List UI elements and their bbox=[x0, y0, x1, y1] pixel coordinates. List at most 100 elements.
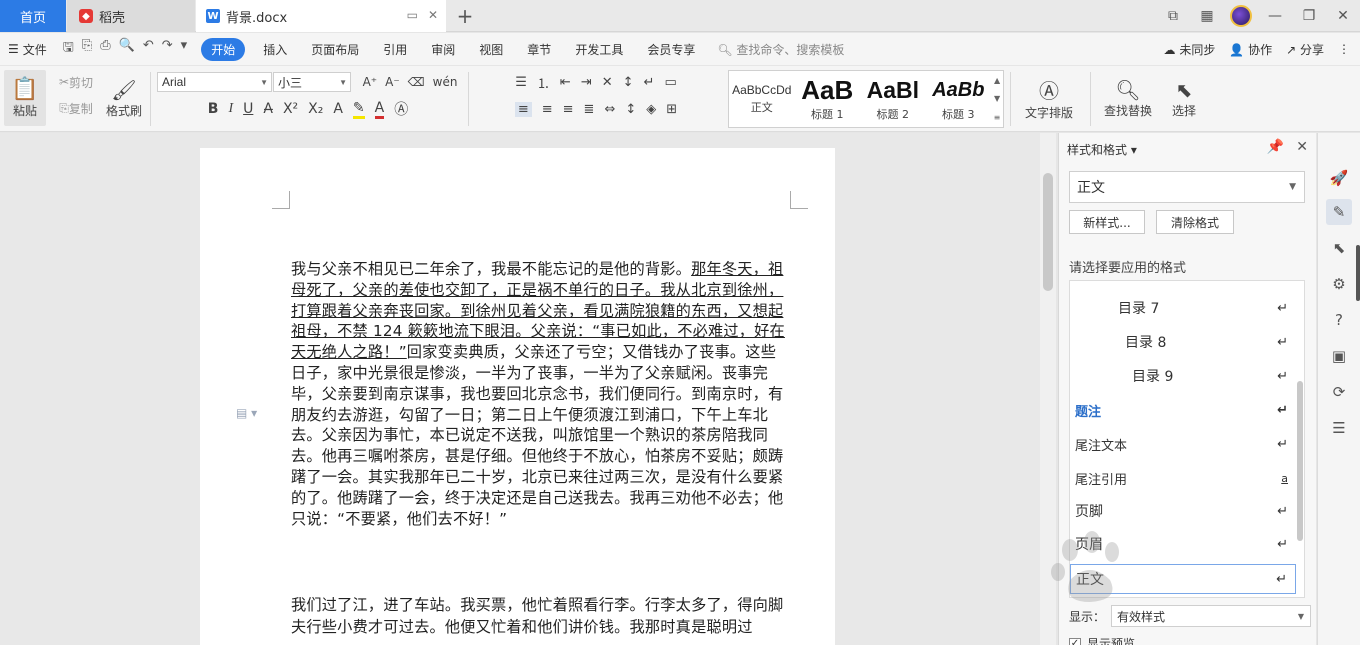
save-icon[interactable]: 🖫 bbox=[63, 38, 74, 60]
print-icon[interactable]: ⎙ bbox=[100, 38, 110, 60]
show-preview-option[interactable]: ✓ 显示预览 bbox=[1069, 635, 1135, 645]
show-marks-icon[interactable]: ↵ bbox=[644, 75, 655, 90]
menu-tab-member[interactable]: 会员专享 bbox=[635, 41, 707, 58]
rail-scrollbar[interactable] bbox=[1356, 245, 1360, 301]
show-filter-select[interactable]: 有效样式 ▼ bbox=[1111, 605, 1312, 627]
rocket-icon[interactable]: 🚀 bbox=[1326, 165, 1352, 191]
current-style-select[interactable]: 正文 ▼ bbox=[1069, 171, 1305, 203]
command-search[interactable]: 🔍︎ 查找命令、搜索模板 bbox=[707, 41, 856, 58]
menu-tab-developer[interactable]: 开发工具 bbox=[563, 41, 635, 58]
style-list-item[interactable]: 尾注文本 ↵ bbox=[1070, 429, 1296, 459]
new-style-button[interactable]: 新样式... bbox=[1069, 210, 1145, 234]
subscript-icon[interactable]: X₂ bbox=[308, 101, 323, 117]
superscript-icon[interactable]: X² bbox=[283, 101, 298, 117]
align-left-icon[interactable]: ≡ bbox=[514, 101, 532, 117]
style-heading3[interactable]: AaBb 标题 3 bbox=[926, 71, 992, 127]
style-brush-icon[interactable]: ✎ bbox=[1326, 199, 1352, 225]
shading-icon[interactable]: ◈ bbox=[646, 102, 656, 117]
file-menu[interactable]: ☰ 文件 bbox=[0, 41, 55, 58]
select-button[interactable]: ⬉ 选择 bbox=[1164, 70, 1204, 126]
style-list-item[interactable]: 尾注引用 a bbox=[1070, 463, 1296, 493]
align-center-icon[interactable]: ≡ bbox=[542, 102, 553, 117]
style-list-item[interactable]: 目录 8 ↵ bbox=[1070, 327, 1296, 357]
sync-status[interactable]: ☁ 未同步 bbox=[1163, 41, 1215, 58]
grow-font-icon[interactable]: A⁺ bbox=[363, 75, 378, 89]
font-size-select[interactable]: 小三 ▼ bbox=[273, 72, 351, 92]
menu-tab-view[interactable]: 视图 bbox=[467, 41, 515, 58]
justify-icon[interactable]: ≣ bbox=[584, 102, 595, 117]
help-icon[interactable]: ? bbox=[1326, 307, 1352, 333]
document-paragraph-2[interactable]: 我们过了江，进了车站。我买票，他忙着照看行李。行李太多了，得向脚夫行些小费才可过… bbox=[291, 594, 791, 638]
tab-document[interactable]: W 背景.docx ▭ ✕ bbox=[196, 0, 446, 32]
customize-dropdown-icon[interactable]: ▾ bbox=[181, 38, 188, 60]
style-heading2[interactable]: AaBl 标题 2 bbox=[860, 71, 926, 127]
redo-icon[interactable]: ↷ bbox=[162, 38, 173, 60]
undo-icon[interactable]: ↶ bbox=[143, 38, 154, 60]
style-list-item-selected[interactable]: 正文 ↵ bbox=[1070, 564, 1296, 594]
new-tab-button[interactable]: + bbox=[452, 0, 478, 32]
highlight-icon[interactable]: ✎ bbox=[352, 100, 365, 119]
style-list-scrollbar[interactable] bbox=[1297, 381, 1303, 541]
document-scrollbar[interactable] bbox=[1040, 133, 1056, 645]
tab-daoke[interactable]: ◆ 稻壳 bbox=[67, 0, 195, 32]
gallery-expand-icon[interactable]: ≡ bbox=[994, 113, 1001, 122]
close-window-icon[interactable]: ✕ bbox=[1326, 0, 1360, 32]
italic-icon[interactable]: I bbox=[228, 101, 233, 117]
paragraph-handle-icon[interactable]: ▤ ▾ bbox=[236, 406, 257, 420]
align-right-icon[interactable]: ≡ bbox=[563, 102, 574, 117]
menu-tab-review[interactable]: 审阅 bbox=[419, 41, 467, 58]
paste-button[interactable]: 📋 粘贴 bbox=[4, 70, 46, 126]
chevron-down-icon[interactable]: ▼ bbox=[994, 94, 1000, 103]
borders-icon[interactable]: ⊞ bbox=[666, 102, 677, 117]
font-name-select[interactable]: Arial ▼ bbox=[157, 72, 272, 92]
more-icon[interactable]: ⋮ bbox=[1338, 42, 1350, 56]
font-color-icon[interactable]: A bbox=[374, 100, 385, 119]
find-replace-button[interactable]: 🔍︎ 查找替换 bbox=[1096, 70, 1160, 126]
export-pdf-icon[interactable]: ⎘ bbox=[82, 38, 92, 60]
close-tab-icon[interactable]: ✕ bbox=[428, 8, 438, 22]
numbered-list-icon[interactable]: ⒈ bbox=[537, 73, 550, 92]
scrollbar-thumb[interactable] bbox=[1043, 173, 1053, 291]
line-spacing-icon[interactable]: ↕ bbox=[625, 102, 636, 117]
gallery-scroll[interactable]: ▲ ▼ ≡ bbox=[991, 71, 1003, 127]
avatar[interactable] bbox=[1224, 0, 1258, 32]
format-painter-button[interactable]: 🖌 格式刷 bbox=[104, 70, 144, 126]
tab-home[interactable]: 首页 bbox=[0, 0, 66, 32]
sort-icon[interactable]: ↕ bbox=[623, 75, 634, 90]
style-list-item[interactable]: 页眉 ↵ bbox=[1070, 529, 1296, 559]
increase-indent-icon[interactable]: ⇥ bbox=[581, 75, 592, 90]
cut-button[interactable]: ✂ 剪切 bbox=[52, 72, 100, 92]
apps-grid-icon[interactable]: ▦ bbox=[1190, 0, 1224, 32]
clear-format-button[interactable]: 清除格式 bbox=[1156, 210, 1234, 234]
style-list-item[interactable]: 目录 9 ↵ bbox=[1070, 361, 1296, 391]
distribute-icon[interactable]: ⇔ bbox=[604, 102, 615, 117]
collaborate-button[interactable]: 👤 协作 bbox=[1229, 41, 1272, 58]
image-tools-icon[interactable]: ▣ bbox=[1326, 343, 1352, 369]
strikethrough-icon[interactable]: A̶ bbox=[263, 101, 273, 117]
chevron-up-icon[interactable]: ▲ bbox=[994, 76, 1000, 85]
restore-icon[interactable]: ❐ bbox=[1292, 0, 1326, 32]
share-button[interactable]: ↗ 分享 bbox=[1286, 41, 1324, 58]
underline-icon[interactable]: U bbox=[243, 101, 253, 117]
minimize-icon[interactable]: — bbox=[1258, 0, 1292, 32]
close-panel-icon[interactable]: ✕ bbox=[1296, 139, 1308, 155]
pin-icon[interactable]: 📌 bbox=[1267, 139, 1284, 155]
backup-icon[interactable]: ⟳ bbox=[1326, 379, 1352, 405]
char-border-icon[interactable]: Ⓐ bbox=[394, 99, 408, 119]
ruler-icon[interactable]: ▭ bbox=[664, 75, 676, 90]
style-list-item[interactable]: 题注 ↵ bbox=[1070, 395, 1296, 425]
document-paragraph-1[interactable]: 我与父亲不相见已二年余了，我最不能忘记的是他的背影。那年冬天，祖母死了，父亲的差… bbox=[291, 259, 791, 529]
text-tools-icon[interactable]: ☰ bbox=[1326, 415, 1352, 441]
menu-tab-section[interactable]: 章节 bbox=[515, 41, 563, 58]
copy-button[interactable]: ⎘ 复制 bbox=[52, 98, 100, 118]
chinese-layout-icon[interactable]: ✕ bbox=[602, 75, 613, 90]
float-window-icon[interactable]: ▭ bbox=[407, 8, 418, 22]
style-list-item[interactable]: 页脚 ↵ bbox=[1070, 496, 1296, 526]
menu-tab-insert[interactable]: 插入 bbox=[251, 41, 299, 58]
menu-tab-home[interactable]: 开始 bbox=[201, 37, 246, 61]
workspace-icon[interactable]: ⧉ bbox=[1156, 0, 1190, 32]
preview-checkbox[interactable]: ✓ bbox=[1069, 637, 1081, 645]
style-heading1[interactable]: AaB 标题 1 bbox=[795, 71, 861, 127]
text-layout-button[interactable]: Ⓐ 文字排版 bbox=[1018, 70, 1080, 126]
properties-icon[interactable]: ⚙ bbox=[1326, 271, 1352, 297]
